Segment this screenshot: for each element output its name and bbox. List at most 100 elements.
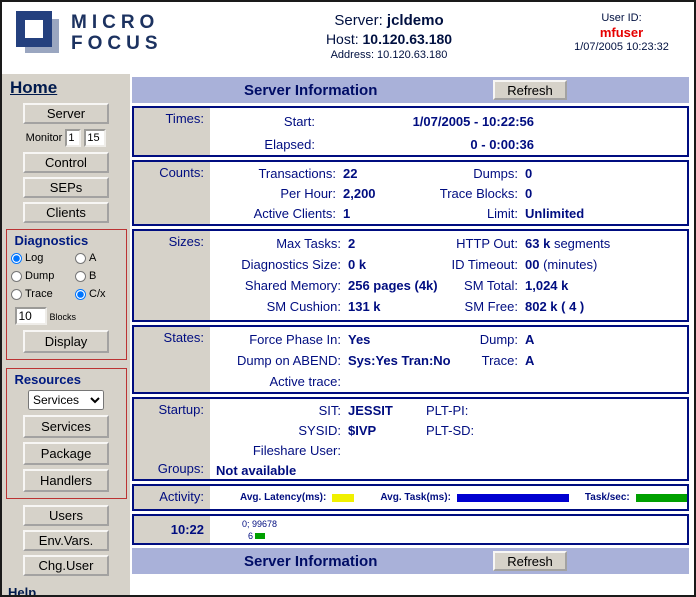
avg-task-label: Avg. Task(ms): — [380, 492, 451, 503]
startup-row: Startup: Groups: SIT: JESSIT PLT-PI: SYS… — [132, 397, 689, 481]
fileshare-user-label: Fileshare User: — [210, 441, 348, 461]
seps-button[interactable]: SEPs — [23, 177, 109, 198]
sysid-label: SYSID: — [210, 421, 348, 441]
home-link[interactable]: Home — [10, 78, 57, 98]
dump-on-abend-label: Dump on ABEND: — [210, 350, 348, 371]
radio-log-input[interactable] — [11, 253, 22, 264]
trace-state-value: A — [525, 350, 687, 371]
activity-sample-content: 0; 99678 6 — [210, 516, 687, 543]
server-identity: Server: jcldemo Host: 10.120.63.180 Addr… — [219, 10, 559, 63]
diagnostics-radio-group: Log A Dump B — [11, 249, 121, 303]
micro-focus-logo: MICRO FOCUS — [14, 10, 219, 56]
counts-line: Transactions: 22 Dumps: 0 — [210, 164, 687, 184]
startup-line: SIT: JESSIT PLT-PI: — [210, 401, 687, 421]
refresh-button[interactable]: Refresh — [493, 80, 567, 100]
elapsed-value: 0 - 0:00:36 — [322, 133, 534, 155]
users-button[interactable]: Users — [23, 505, 109, 526]
groups-value: Not available — [210, 461, 687, 479]
max-tasks-label: Max Tasks: — [210, 233, 348, 254]
radio-b-input[interactable] — [75, 271, 86, 282]
radio-b[interactable]: B — [75, 267, 121, 285]
package-button[interactable]: Package — [23, 442, 109, 465]
states-row: States: Force Phase In: Yes Dump: A Dump… — [132, 325, 689, 394]
services-button[interactable]: Services — [23, 415, 109, 438]
sm-total-label: SM Total: — [448, 275, 525, 296]
max-tasks-value: 2 — [348, 233, 448, 254]
counts-line: Per Hour: 2,200 Trace Blocks: 0 — [210, 184, 687, 204]
start-label: Start: — [210, 110, 322, 133]
per-hour-label: Per Hour: — [210, 184, 343, 204]
activity-sample-line2: 6 — [242, 530, 687, 542]
server-label: Server: — [334, 12, 382, 29]
monitor-count-input[interactable] — [84, 129, 106, 147]
startup-label: Startup: — [134, 402, 204, 417]
radio-a-input[interactable] — [75, 253, 86, 264]
activity-row: Activity: Avg. Latency(ms): Avg. Task(ms… — [132, 484, 689, 511]
active-clients-value: 1 — [343, 204, 437, 224]
sizes-row: Sizes: Max Tasks: 2 HTTP Out: 63 k segme… — [132, 229, 689, 322]
sizes-line: SM Cushion: 131 k SM Free: 802 k ( 4 ) — [210, 296, 687, 317]
limit-value: Unlimited — [525, 204, 687, 224]
sit-value: JESSIT — [348, 401, 426, 421]
handlers-button[interactable]: Handlers — [23, 469, 109, 492]
radio-cx-input[interactable] — [75, 289, 86, 300]
id-timeout-number: 00 — [525, 257, 539, 272]
task-bar — [457, 494, 569, 502]
logo-line-micro: MICRO — [71, 12, 163, 33]
transactions-value: 22 — [343, 164, 437, 184]
monitor-controls: Monitor — [26, 129, 107, 147]
radio-trace[interactable]: Trace — [11, 285, 75, 303]
diagnostics-panel: Diagnostics Log A Dump — [6, 229, 127, 360]
radio-a-label: A — [89, 252, 96, 264]
trace-blocks-label: Trace Blocks: — [437, 184, 525, 204]
sidebar: Home Server Monitor Control SEPs Clients… — [2, 74, 130, 595]
sizes-row-label: Sizes: — [134, 231, 210, 320]
radio-log[interactable]: Log — [11, 249, 75, 267]
plt-pi-value — [488, 401, 687, 421]
page-header: MICRO FOCUS Server: jcldemo Host: 10.120… — [2, 2, 694, 74]
monitor-interval-input[interactable] — [65, 129, 81, 147]
active-trace-value — [348, 371, 475, 392]
plt-pi-label: PLT-PI: — [426, 401, 488, 421]
http-out-value: 63 k segments — [525, 233, 687, 254]
sizes-line: Shared Memory: 256 pages (4k) SM Total: … — [210, 275, 687, 296]
activity-sample-line1: 0; 99678 — [242, 518, 687, 530]
startup-empty-cell — [426, 441, 488, 461]
control-button[interactable]: Control — [23, 152, 109, 173]
user-id-label: User ID: — [559, 12, 684, 24]
datetime: 1/07/2005 10:23:32 — [559, 41, 684, 53]
monitor-label: Monitor — [26, 132, 63, 144]
footer-refresh-button[interactable]: Refresh — [493, 551, 567, 571]
shared-memory-value: 256 pages (4k) — [348, 275, 448, 296]
resources-select[interactable]: Services — [28, 390, 104, 410]
active-trace-label: Active trace: — [210, 371, 348, 392]
startup-line: SYSID: $IVP PLT-SD: — [210, 421, 687, 441]
resources-title: Resources — [15, 372, 81, 387]
radio-dump[interactable]: Dump — [11, 267, 75, 285]
server-information-header: Server Information Refresh — [132, 77, 689, 103]
radio-dump-input[interactable] — [11, 271, 22, 282]
chguser-button[interactable]: Chg.User — [23, 555, 109, 576]
activity-sample-value2: 6 — [248, 530, 253, 542]
fileshare-user-value — [348, 441, 426, 461]
states-row-label: States: — [134, 327, 210, 392]
radio-log-label: Log — [25, 252, 43, 264]
blocks-input[interactable] — [15, 307, 47, 325]
logo-line-focus: FOCUS — [71, 33, 163, 54]
server-button[interactable]: Server — [23, 103, 109, 124]
display-button[interactable]: Display — [23, 330, 109, 353]
radio-a[interactable]: A — [75, 249, 121, 267]
server-name: jcldemo — [387, 12, 444, 29]
clients-button[interactable]: Clients — [23, 202, 109, 223]
radio-cx[interactable]: C/x — [75, 285, 121, 303]
diagnostics-title: Diagnostics — [15, 233, 89, 248]
main-panel: Server Information Refresh Times: Start:… — [130, 74, 694, 595]
radio-b-label: B — [89, 270, 96, 282]
times-row: Times: Start: 1/07/2005 - 10:22:56 Elaps… — [132, 106, 689, 157]
radio-dump-label: Dump — [25, 270, 54, 282]
micro-focus-logo-icon — [14, 10, 62, 56]
sit-label: SIT: — [210, 401, 348, 421]
radio-trace-input[interactable] — [11, 289, 22, 300]
times-row-label: Times: — [134, 108, 210, 155]
envvars-button[interactable]: Env.Vars. — [23, 530, 109, 551]
